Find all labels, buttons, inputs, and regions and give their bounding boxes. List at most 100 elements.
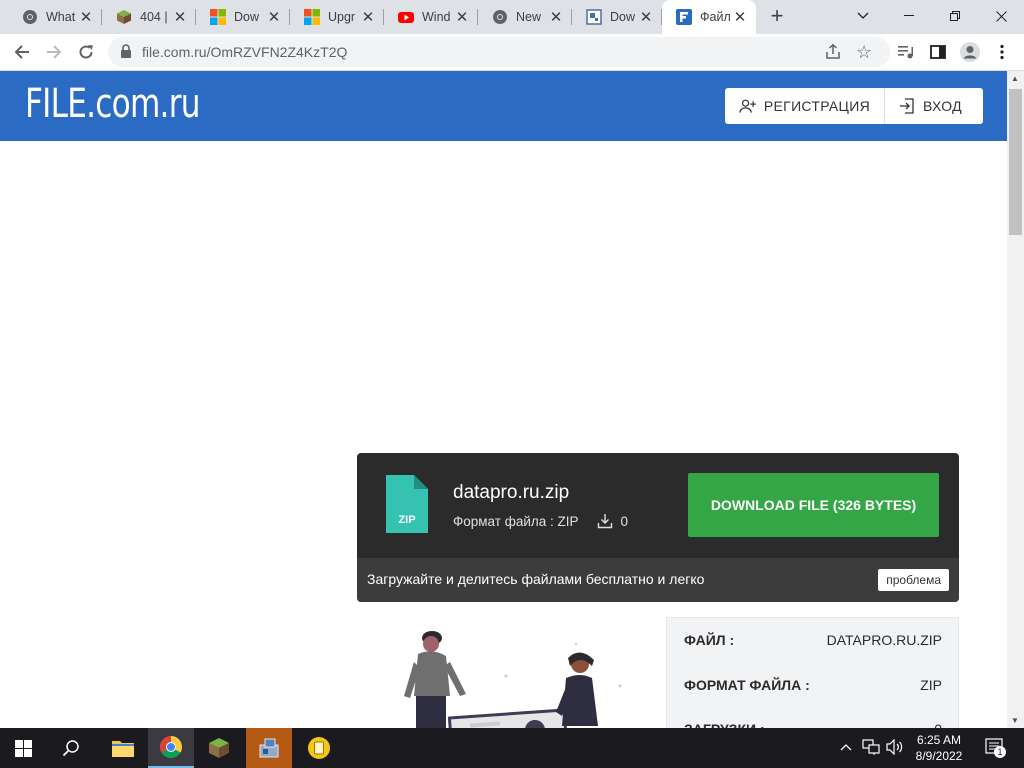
close-tab-icon[interactable]: ✕ bbox=[264, 7, 284, 27]
info-row-downloads: ЗАГРУЗКИ : 0 bbox=[684, 721, 942, 728]
forward-button[interactable] bbox=[40, 38, 68, 66]
add-user-icon bbox=[739, 99, 756, 113]
tab-search-chevron-icon[interactable] bbox=[840, 0, 886, 32]
page-scrollbar[interactable]: ▲ ▼ bbox=[1007, 71, 1024, 728]
media-controls-icon[interactable] bbox=[892, 38, 920, 66]
register-label: РЕГИСТРАЦИЯ bbox=[763, 98, 870, 114]
close-tab-icon[interactable]: ✕ bbox=[730, 7, 750, 27]
login-icon bbox=[900, 98, 914, 114]
tab-5[interactable]: New ✕ bbox=[478, 0, 572, 34]
network-icon[interactable] bbox=[862, 739, 880, 758]
start-button[interactable] bbox=[0, 728, 46, 768]
maximize-button[interactable] bbox=[932, 0, 978, 32]
tab-4[interactable]: Wind ✕ bbox=[384, 0, 478, 34]
web-page: FILE.com.ru РЕГИСТРАЦИЯ ВХОД ZIP datapro… bbox=[0, 71, 1007, 728]
tab-title: What bbox=[46, 10, 76, 24]
clock-time: 6:25 AM bbox=[916, 733, 962, 747]
tab-1[interactable]: 404 | ✕ bbox=[102, 0, 196, 34]
site-header: FILE.com.ru РЕГИСТРАЦИЯ ВХОД bbox=[0, 71, 1007, 141]
file-meta: Формат файла : ZIP 0 bbox=[453, 513, 628, 529]
close-tab-icon[interactable]: ✕ bbox=[170, 7, 190, 27]
tab-title: Wind bbox=[422, 10, 451, 24]
close-tab-icon[interactable]: ✕ bbox=[546, 7, 566, 27]
more-menu-icon[interactable] bbox=[988, 38, 1016, 66]
url-text[interactable]: file.com.ru/OmRZVFN2Z4KzT2Q bbox=[142, 44, 347, 60]
tab-title: 404 | bbox=[140, 10, 168, 24]
card-footer: Загружайте и делитесь файлами бесплатно … bbox=[357, 558, 959, 602]
file-explorer-button[interactable] bbox=[100, 728, 146, 768]
login-button[interactable]: ВХОД bbox=[885, 88, 983, 124]
back-button[interactable] bbox=[8, 38, 36, 66]
back-arrow-icon bbox=[14, 45, 29, 59]
info-value: DATAPRO.RU.ZIP bbox=[826, 632, 942, 648]
download-file-button[interactable]: DOWNLOAD FILE (326 BYTES) bbox=[688, 473, 939, 537]
card-tagline: Загружайте и делитесь файлами бесплатно … bbox=[367, 571, 705, 587]
zip-file-icon: ZIP bbox=[386, 475, 428, 533]
minecraft-block-icon bbox=[116, 9, 132, 25]
info-key: ЗАГРУЗКИ : bbox=[684, 721, 765, 728]
register-button[interactable]: РЕГИСТРАЦИЯ bbox=[725, 88, 885, 124]
close-tab-icon[interactable]: ✕ bbox=[358, 7, 378, 27]
file-com-ru-icon bbox=[676, 9, 692, 25]
windows-taskbar: 6:25 AM 8/9/2022 1 bbox=[0, 728, 1024, 768]
address-bar[interactable]: file.com.ru/OmRZVFN2Z4KzT2Q ☆ bbox=[108, 37, 890, 67]
reload-icon bbox=[79, 45, 93, 59]
chrome-taskbar-button[interactable] bbox=[148, 728, 194, 768]
tab-3[interactable]: Upgr ✕ bbox=[290, 0, 384, 34]
side-panel-icon[interactable] bbox=[924, 38, 952, 66]
notes-taskbar-button[interactable] bbox=[296, 728, 342, 768]
info-row-file: ФАЙЛ : DATAPRO.RU.ZIP bbox=[684, 632, 942, 652]
tab-2[interactable]: Dow ✕ bbox=[196, 0, 290, 34]
volume-icon[interactable] bbox=[886, 738, 904, 758]
login-label: ВХОД bbox=[923, 98, 962, 114]
minimize-button[interactable] bbox=[886, 0, 932, 32]
download-count-icon bbox=[597, 514, 612, 529]
share-icon[interactable] bbox=[824, 43, 842, 64]
minecraft-block-icon bbox=[209, 738, 229, 758]
site-logo[interactable]: FILE.com.ru bbox=[25, 81, 201, 127]
chrome-icon bbox=[492, 9, 508, 25]
show-hidden-icons-chevron-icon[interactable] bbox=[840, 738, 852, 754]
file-format: Формат файла : ZIP bbox=[453, 513, 579, 529]
microsoft-icon bbox=[210, 9, 226, 25]
scroll-up-arrow-icon[interactable]: ▲ bbox=[1011, 74, 1019, 83]
download-count: 0 bbox=[620, 513, 629, 529]
chrome-icon bbox=[22, 9, 38, 25]
zip-icon-label: ZIP bbox=[398, 514, 416, 526]
folder-icon bbox=[112, 741, 134, 757]
forward-arrow-icon bbox=[47, 45, 62, 59]
notification-count-badge: 1 bbox=[994, 746, 1006, 758]
file-info-table: ФАЙЛ : DATAPRO.RU.ZIP ФОРМАТ ФАЙЛА : ZIP… bbox=[666, 617, 959, 728]
tab-0[interactable]: What ✕ bbox=[8, 0, 102, 34]
tab-title: Файл bbox=[700, 10, 730, 24]
tab-7[interactable]: Файл ✕ bbox=[662, 0, 756, 34]
tab-title: Dow bbox=[610, 10, 636, 24]
notification-center-icon[interactable]: 1 bbox=[985, 738, 1006, 761]
search-button[interactable] bbox=[48, 728, 94, 768]
lock-icon[interactable] bbox=[120, 44, 132, 62]
info-value: ZIP bbox=[920, 677, 942, 693]
new-tab-button[interactable]: + bbox=[764, 5, 790, 29]
download-site-icon bbox=[586, 9, 602, 25]
scroll-down-arrow-icon[interactable]: ▼ bbox=[1011, 716, 1019, 725]
search-icon bbox=[62, 740, 79, 757]
minecraft-taskbar-button[interactable] bbox=[196, 728, 242, 768]
installer-taskbar-button[interactable] bbox=[246, 728, 292, 768]
chrome-icon bbox=[160, 736, 182, 758]
bookmark-star-icon[interactable]: ☆ bbox=[856, 42, 872, 62]
close-window-button[interactable] bbox=[978, 0, 1024, 32]
people-illustration bbox=[380, 626, 640, 728]
scroll-thumb[interactable] bbox=[1009, 89, 1022, 235]
reload-button[interactable] bbox=[72, 38, 100, 66]
youtube-icon bbox=[398, 9, 414, 25]
system-clock[interactable]: 6:25 AM 8/9/2022 bbox=[906, 732, 972, 764]
close-tab-icon[interactable]: ✕ bbox=[76, 7, 96, 27]
close-tab-icon[interactable]: ✕ bbox=[452, 7, 472, 27]
info-key: ФОРМАТ ФАЙЛА : bbox=[684, 677, 810, 693]
tab-6[interactable]: Dow ✕ bbox=[572, 0, 662, 34]
tab-strip: What ✕ 404 | ✕ Dow ✕ Upgr ✕ Wind ✕ New ✕… bbox=[0, 0, 1024, 34]
report-problem-button[interactable]: проблема bbox=[878, 569, 949, 591]
browser-toolbar: file.com.ru/OmRZVFN2Z4KzT2Q ☆ bbox=[0, 34, 1024, 71]
profile-avatar-icon[interactable] bbox=[956, 38, 984, 66]
close-tab-icon[interactable]: ✕ bbox=[636, 7, 656, 27]
